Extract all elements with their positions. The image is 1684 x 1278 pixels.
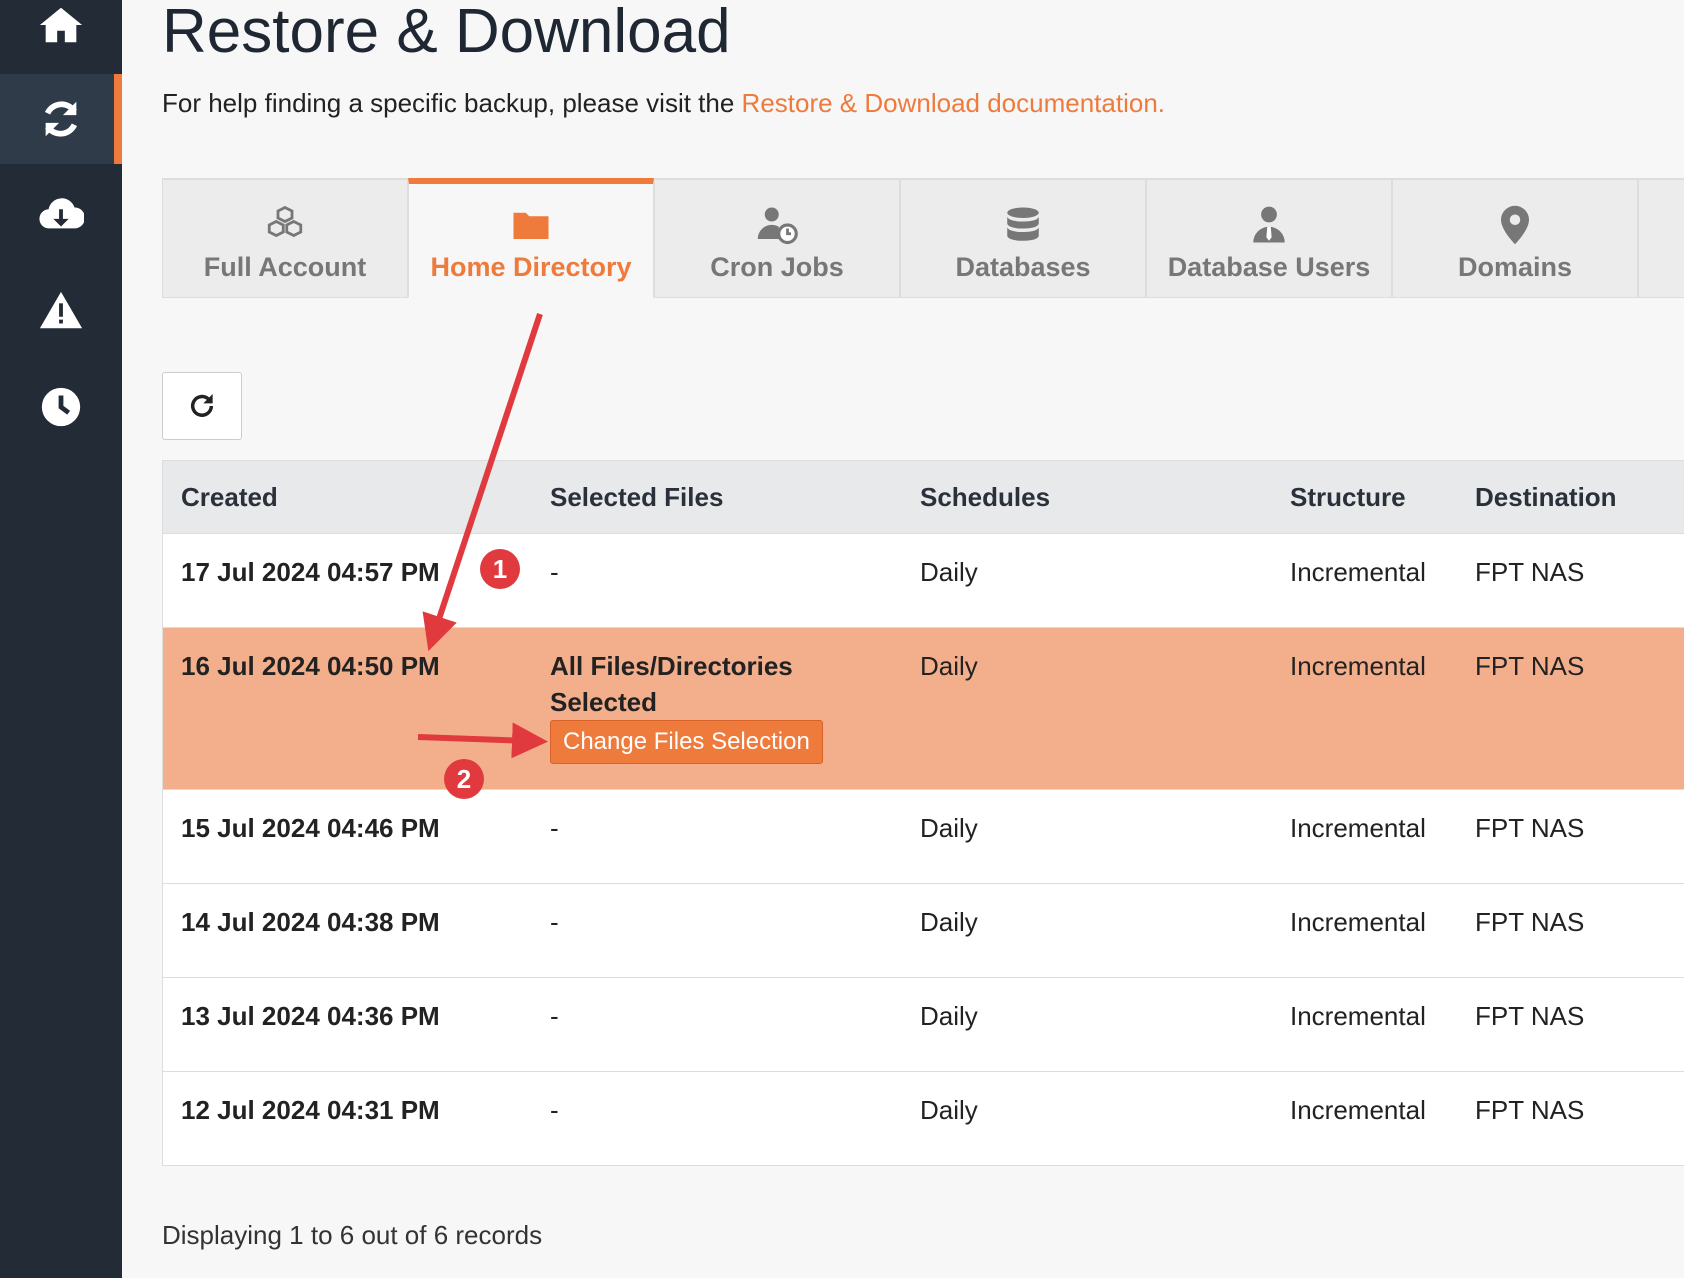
help-text: For help finding a specific backup, plea… [162,88,1166,118]
sidebar [0,0,122,1278]
backups-table: Created Selected Files Schedules Structu… [162,460,1684,1166]
change-files-selection-button[interactable]: Change Files Selection [550,720,823,764]
sidebar-item-alerts[interactable] [0,266,122,356]
main-content: Restore & Download For help finding a sp… [122,0,1684,1278]
cloud-download-icon [39,198,84,229]
table-row[interactable]: 12 Jul 2024 04:31 PM - Daily Incremental… [163,1071,1684,1165]
sidebar-item-home[interactable] [0,0,122,70]
documentation-link[interactable]: Restore & Download documentation. [742,88,1165,118]
tab-cron-jobs[interactable]: Cron Jobs [654,178,900,298]
table-row[interactable]: 17 Jul 2024 04:57 PM - Daily Incremental… [163,533,1684,627]
table-row[interactable]: 13 Jul 2024 04:36 PM - Daily Incremental… [163,977,1684,1071]
tab-databases[interactable]: Databases [900,178,1146,298]
home-icon [39,7,83,43]
table-row-selected[interactable]: 16 Jul 2024 04:50 PM All Files/Directori… [163,627,1684,789]
clock-icon [41,387,81,427]
map-pin-icon [1501,205,1529,245]
user-tie-icon [1253,206,1285,243]
column-header-destination[interactable]: Destination [1475,479,1617,515]
column-header-schedules[interactable]: Schedules [920,479,1050,515]
table-row[interactable]: 14 Jul 2024 04:38 PM - Daily Incremental… [163,883,1684,977]
page-title: Restore & Download [162,0,731,66]
warning-icon [39,291,83,329]
cubes-icon [267,205,303,238]
sidebar-item-download[interactable] [0,170,122,260]
pagination-info: Displaying 1 to 6 out of 6 records [162,1220,543,1250]
folder-icon [513,212,549,239]
sync-icon [44,101,78,137]
tab-domains[interactable]: Domains [1392,178,1638,298]
sidebar-item-history[interactable] [0,362,122,452]
column-header-created[interactable]: Created [181,479,278,515]
tab-more[interactable] [1638,178,1684,298]
annotation-badge-1: 1 [480,549,520,589]
table-row[interactable]: 15 Jul 2024 04:46 PM - Daily Incremental… [163,789,1684,883]
tab-bar: Full Account Home Directory Cron Jobs Da… [162,178,1684,302]
column-header-selected-files[interactable]: Selected Files [550,479,723,515]
column-header-structure[interactable]: Structure [1290,479,1406,515]
tab-full-account[interactable]: Full Account [162,178,408,298]
tab-database-users[interactable]: Database Users [1146,178,1392,298]
table-header: Created Selected Files Schedules Structu… [163,461,1684,533]
refresh-icon [190,394,214,417]
refresh-button[interactable] [162,372,242,440]
sidebar-item-restore[interactable] [0,74,122,164]
annotation-badge-2: 2 [444,759,484,799]
user-clock-icon [757,207,798,245]
tab-home-directory[interactable]: Home Directory [408,178,654,298]
database-icon [1007,207,1039,241]
